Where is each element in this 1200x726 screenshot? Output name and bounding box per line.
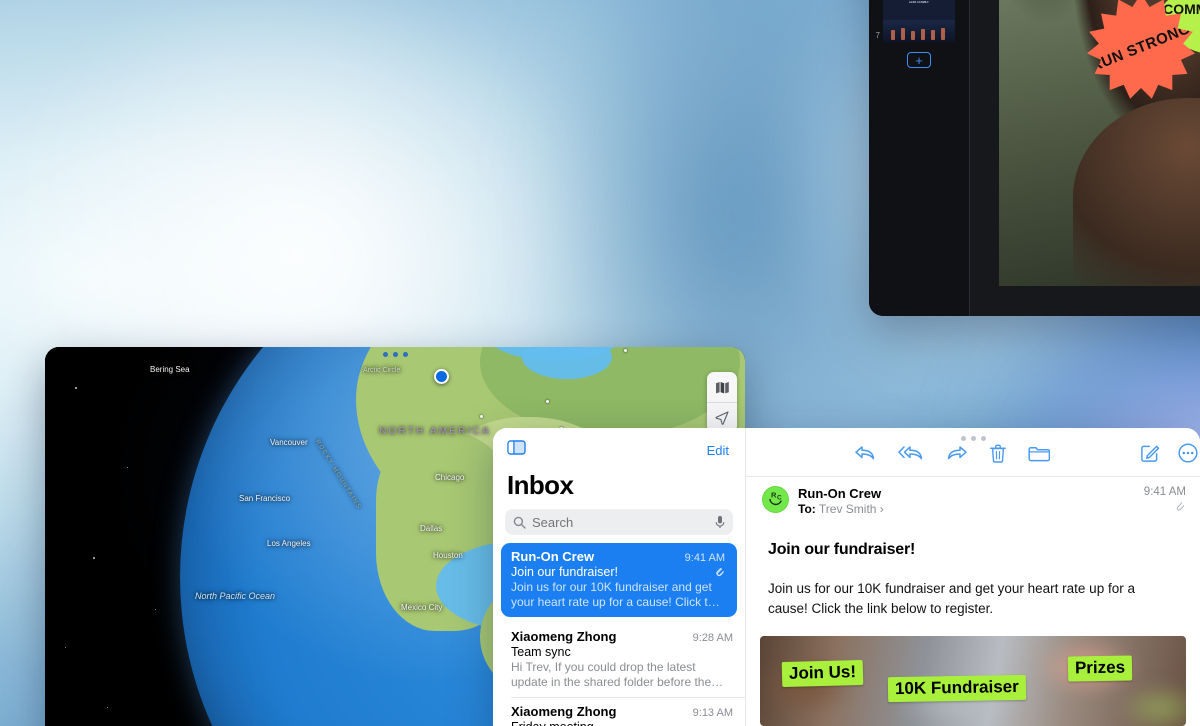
message-list-item[interactable]: Run-On Crew 9:41 AM Join our fundraiser!… <box>501 543 737 617</box>
thumb-photo <box>883 20 955 42</box>
sidebar-toggle-button[interactable] <box>507 440 526 460</box>
map-region-label: NORTH AMERICA <box>379 426 491 437</box>
slide-thumb-body: RUN-ON CREW ISN'T ONLY ABOUT RUNNING. IT… <box>883 0 955 42</box>
message-list-item[interactable]: Xiaomeng Zhong 9:28 AM Team sync Hi Trev… <box>493 623 745 697</box>
paperclip-icon <box>716 567 724 576</box>
delete-button[interactable] <box>990 444 1006 468</box>
to-label: To: <box>798 502 816 516</box>
avatar-initials-icon: R C <box>769 491 782 506</box>
forward-button[interactable] <box>946 444 968 467</box>
message-list-item[interactable]: Xiaomeng Zhong 9:13 AM Friday meeting <box>493 698 745 726</box>
message-header: R C Run-On Crew To: Trev Smith › 9:41 AM <box>746 476 1200 527</box>
edit-button[interactable]: Edit <box>707 443 729 458</box>
detail-time: 9:41 AM <box>1143 486 1186 498</box>
sidebar-toggle-icon <box>507 440 526 455</box>
message-sender: Xiaomeng Zhong <box>511 704 617 719</box>
message-body-text: Join us for our 10K fundraiser and get y… <box>768 581 1135 616</box>
panel-divider <box>969 0 970 316</box>
reply-all-icon <box>898 446 923 460</box>
reply-button[interactable] <box>854 444 876 467</box>
mail-toolbar[interactable] <box>746 443 1200 476</box>
reply-icon <box>855 446 875 460</box>
map-label: Bering Sea <box>150 365 190 374</box>
map-layers-icon <box>715 381 729 393</box>
location-arrow-icon <box>715 411 729 425</box>
map-label: San Francisco <box>239 494 291 503</box>
move-to-folder-button[interactable] <box>1028 445 1051 467</box>
message-subject: Team sync <box>511 645 571 659</box>
slide-number: 7 <box>875 31 880 40</box>
map-label: Dallas <box>420 524 443 533</box>
slide-thumb-title: RUN-ON CREW ISN'T ONLY ABOUT RUNNING. IT… <box>908 0 930 4</box>
promo-badge: Prizes <box>1067 655 1133 682</box>
mail-detail-pane[interactable]: R C Run-On Crew To: Trev Smith › 9:41 AM <box>745 428 1200 726</box>
compose-icon <box>1141 445 1160 462</box>
microphone-icon[interactable] <box>715 515 725 529</box>
map-label: Mexico City <box>401 603 443 612</box>
promo-badge: 10K Fundraiser <box>887 674 1026 703</box>
forward-icon <box>947 446 967 460</box>
starburst-text: RUN STRONG <box>1088 19 1194 76</box>
more-options-button[interactable] <box>1178 443 1198 468</box>
search-icon <box>513 516 526 529</box>
message-time: 9:41 AM <box>684 552 725 564</box>
mail-message-list[interactable]: Edit Inbox Run-On Crew 9:41 AM Join our … <box>493 428 745 726</box>
search-bar[interactable] <box>505 509 733 535</box>
mail-window-handle[interactable] <box>746 428 1200 443</box>
detail-recipient-row[interactable]: To: Trev Smith › <box>798 502 1135 516</box>
location-pin-san-francisco[interactable] <box>434 369 449 384</box>
promo-badge: Join Us! <box>781 660 864 688</box>
map-layers-button[interactable] <box>707 372 737 402</box>
move-to-folder-icon <box>1028 446 1051 461</box>
chevron-right-icon: › <box>879 502 884 516</box>
message-subject: Friday meeting <box>511 720 594 726</box>
paperclip-icon <box>1176 502 1185 511</box>
map-controls[interactable] <box>707 372 737 433</box>
message-time: 9:28 AM <box>692 632 733 644</box>
mail-window[interactable]: Edit Inbox Run-On Crew 9:41 AM Join our … <box>493 428 1200 726</box>
map-ocean-label: North Pacific Ocean <box>195 591 276 601</box>
mailbox-title: Inbox <box>507 470 574 500</box>
detail-recipient: Trev Smith <box>818 502 877 516</box>
map-label: Arctic Circle <box>363 367 401 374</box>
message-time: 9:13 AM <box>692 707 733 719</box>
add-slide-button[interactable]: + <box>907 52 931 68</box>
search-input[interactable] <box>532 514 709 530</box>
slide-canvas-area[interactable]: RU COMMUNITY FUNDRAISER 10K RUN RUN STRO… <box>969 0 1200 316</box>
map-label: Los Angeles <box>267 539 311 548</box>
message-preview: Join us for our 10K fundraiser and get y… <box>511 580 722 609</box>
keynote-window[interactable]: 3 COMMUNITY <box>869 0 1200 316</box>
compose-button[interactable] <box>1140 443 1160 468</box>
message-sender: Run-On Crew <box>511 549 595 564</box>
avatar: R C <box>762 486 789 513</box>
map-label: Vancouver <box>270 438 308 447</box>
map-label: Chicago <box>435 473 465 482</box>
more-options-icon <box>1178 443 1198 463</box>
slide-thumbnail-7[interactable]: 7 RUN-ON CREW ISN'T ONLY ABOUT RUNNING. … <box>869 0 969 46</box>
detail-sender: Run-On Crew <box>798 486 882 501</box>
message-subject-heading: Join our fundraiser! <box>768 541 916 558</box>
map-label: Houston <box>433 551 463 560</box>
promo-image[interactable]: Join Us! 10K Fundraiser Prizes <box>760 636 1186 726</box>
maps-window-handle[interactable] <box>45 352 745 357</box>
current-slide[interactable]: RU COMMUNITY FUNDRAISER 10K RUN RUN STRO… <box>999 0 1200 286</box>
reply-all-button[interactable] <box>898 444 924 467</box>
message-body: Join our fundraiser! Join us for our 10K… <box>746 527 1200 618</box>
slide-navigator[interactable]: 3 COMMUNITY <box>869 0 969 316</box>
message-preview: Hi Trev, If you could drop the latest up… <box>511 660 712 689</box>
message-subject: Join our fundraiser! <box>511 565 619 579</box>
trash-icon <box>990 444 1006 463</box>
message-sender: Xiaomeng Zhong <box>511 629 617 644</box>
